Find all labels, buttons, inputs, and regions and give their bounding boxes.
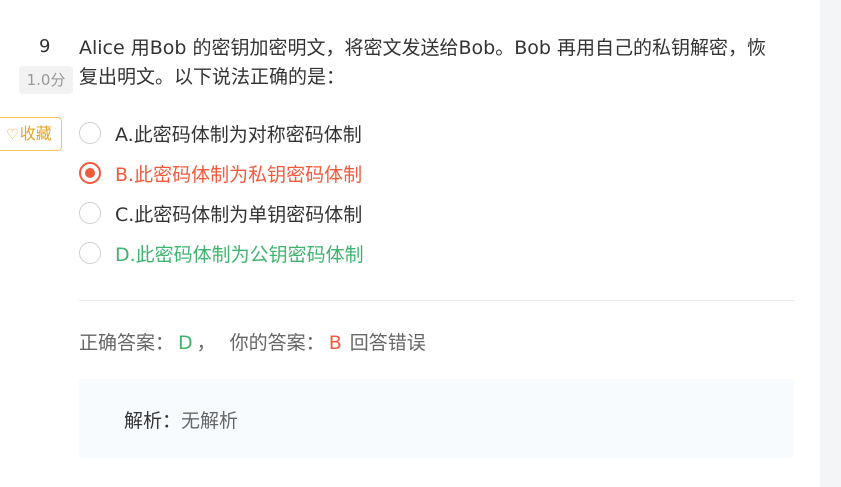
question-panel: 9 1.0分 ♡收藏 Alice 用Bob 的密钥加密明文，将密文发送给Bob。… xyxy=(0,0,820,487)
option-d-label: D.此密码体制为公钥密码体制 xyxy=(115,243,364,266)
option-list: A.此密码体制为对称密码体制 B.此密码体制为私钥密码体制 C.此密码体制为单钥… xyxy=(79,113,779,273)
answer-separator: ， xyxy=(196,332,216,354)
question-number: 9 xyxy=(39,36,51,57)
option-c[interactable]: C.此密码体制为单钥密码体制 xyxy=(79,193,779,233)
answer-result: 正确答案： D， 你的答案： B 回答错误 xyxy=(79,328,426,355)
question-text: Alice 用Bob 的密钥加密明文，将密文发送给Bob。Bob 再用自己的私钥… xyxy=(79,37,766,88)
answer-status: 回答错误 xyxy=(349,332,426,354)
correct-answer-prefix: 正确答案： xyxy=(79,332,175,354)
divider xyxy=(79,300,794,301)
favorite-button[interactable]: ♡收藏 xyxy=(0,117,62,151)
heart-outline-icon: ♡ xyxy=(6,127,19,143)
option-b-label: B.此密码体制为私钥密码体制 xyxy=(115,163,363,186)
score-badge: 1.0分 xyxy=(19,66,73,94)
radio-d[interactable] xyxy=(79,242,101,264)
favorite-label: 收藏 xyxy=(19,124,52,143)
your-answer-value: B xyxy=(328,332,342,354)
radio-a[interactable] xyxy=(79,122,101,144)
right-sidebar xyxy=(820,0,841,487)
radio-b-selected[interactable] xyxy=(79,162,101,184)
your-answer-prefix: 你的答案： xyxy=(229,332,325,354)
option-a-label: A.此密码体制为对称密码体制 xyxy=(115,123,362,146)
option-c-label: C.此密码体制为单钥密码体制 xyxy=(115,203,363,226)
option-d[interactable]: D.此密码体制为公钥密码体制 xyxy=(79,233,779,273)
correct-answer-value: D xyxy=(178,332,193,354)
analysis-value: 无解析 xyxy=(181,410,239,432)
radio-c[interactable] xyxy=(79,202,101,224)
analysis-box: 解析：无解析 xyxy=(79,379,794,458)
option-a[interactable]: A.此密码体制为对称密码体制 xyxy=(79,113,779,153)
analysis-text: 解析：无解析 xyxy=(124,406,238,433)
analysis-label: 解析： xyxy=(124,410,182,432)
option-b[interactable]: B.此密码体制为私钥密码体制 xyxy=(79,153,779,193)
